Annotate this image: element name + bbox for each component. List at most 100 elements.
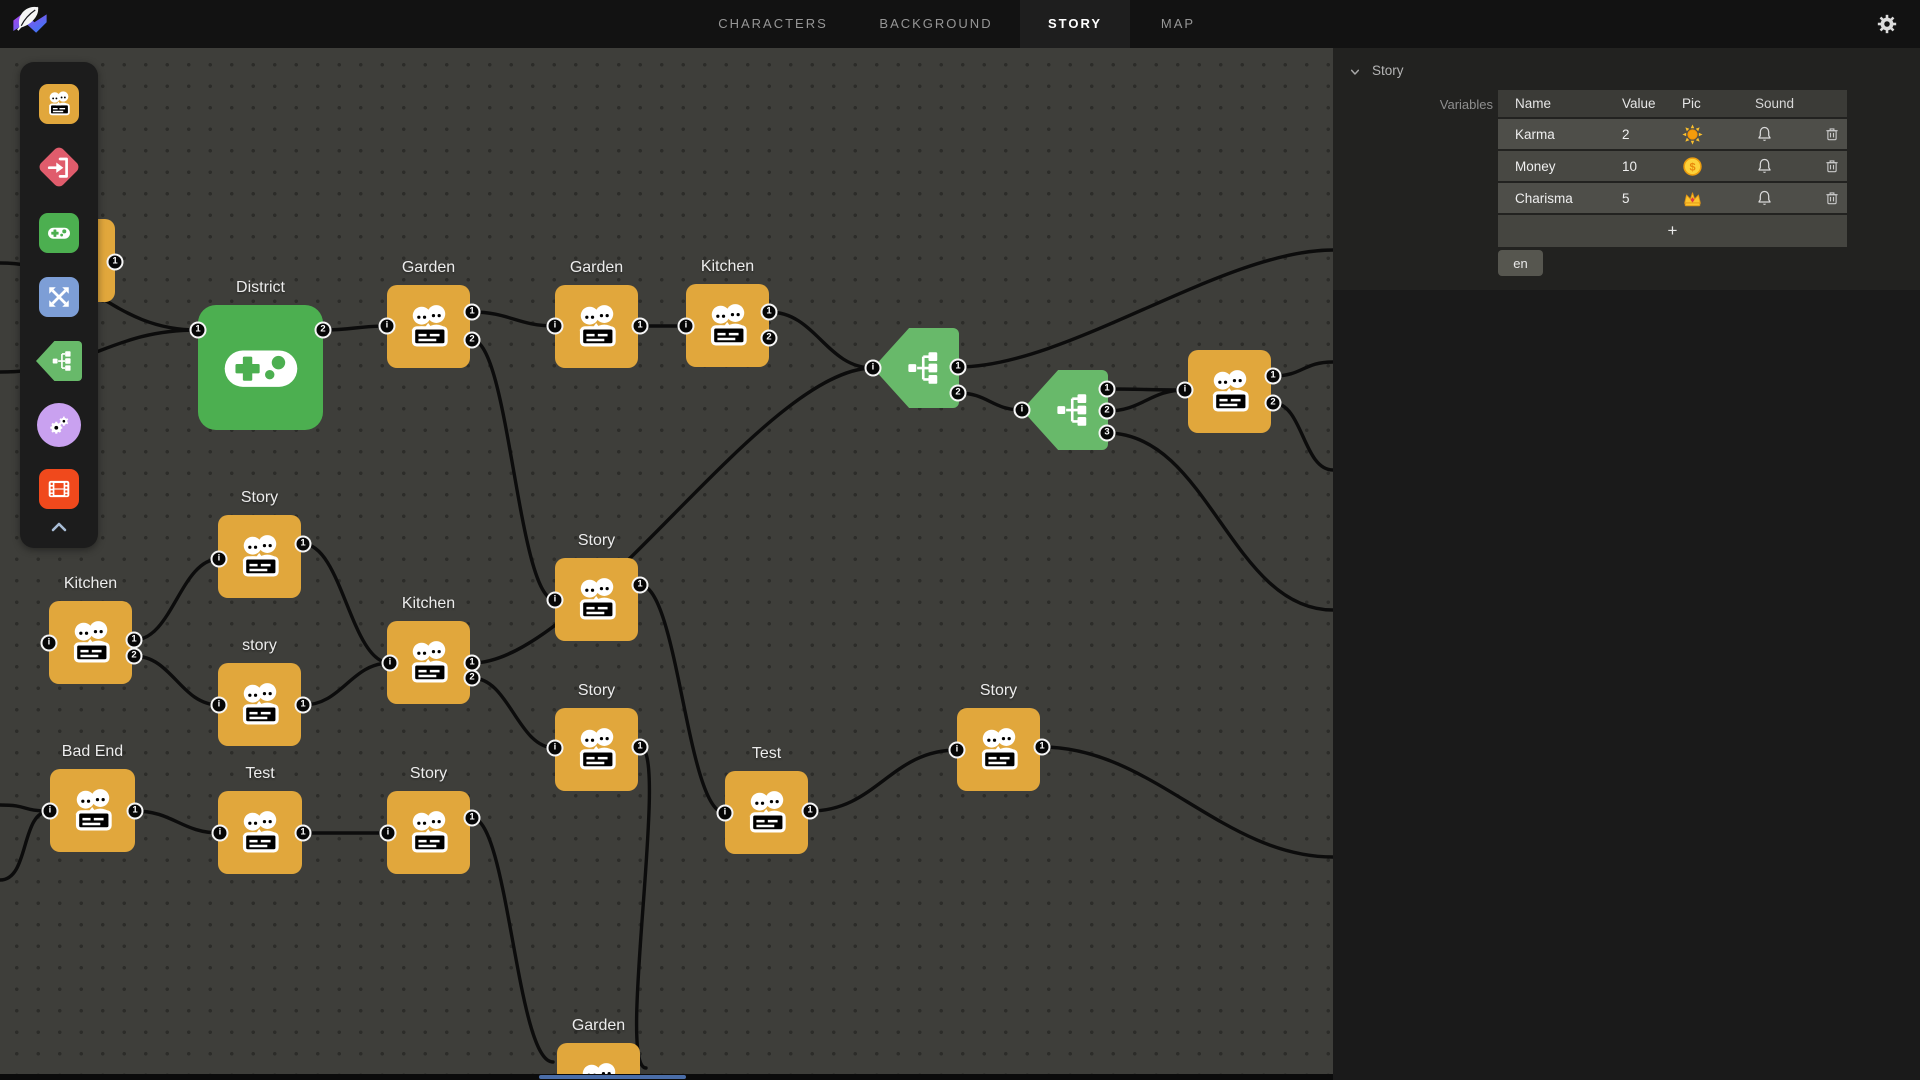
port-i-story-mid[interactable]: i — [547, 740, 564, 757]
node-garden-1[interactable] — [387, 285, 470, 368]
node-district[interactable] — [198, 305, 323, 430]
port-i-test-left[interactable]: i — [212, 825, 229, 842]
tool-move-node-tool[interactable] — [39, 277, 79, 317]
port-3-branch-2[interactable]: 3 — [1099, 425, 1116, 442]
port-1-branch-2[interactable]: 1 — [1099, 381, 1116, 398]
node-label: Kitchen — [701, 258, 754, 276]
gears-icon — [46, 412, 72, 438]
port-i-branch-2[interactable]: i — [1014, 402, 1031, 419]
tab-map[interactable]: MAP — [1136, 0, 1220, 48]
node-garden-2[interactable] — [555, 285, 638, 368]
scene-icon — [403, 807, 455, 859]
horizontal-scrollbar[interactable] — [0, 1074, 1333, 1080]
node-bad-end[interactable] — [50, 769, 135, 852]
variables-table-rows: Karma2Money10Charisma5 — [1498, 119, 1847, 213]
port-i-kitchen-top[interactable]: i — [678, 318, 695, 335]
node-kitchen-mid[interactable] — [387, 621, 470, 704]
bell-icon — [1755, 125, 1774, 144]
node-story-mid[interactable] — [555, 708, 638, 791]
port-1-branch-1[interactable]: 1 — [950, 359, 967, 376]
port-1-story-lower[interactable]: 1 — [295, 697, 312, 714]
tool-exit-node-tool[interactable] — [37, 145, 81, 189]
node-test-left[interactable] — [218, 791, 302, 874]
collapse-story-chevron-down-icon[interactable] — [1347, 64, 1363, 80]
port-2-kitchen-top[interactable]: 2 — [761, 330, 778, 347]
add-variable-button[interactable]: + — [1498, 215, 1847, 247]
port-1-story-right[interactable]: 1 — [1034, 739, 1051, 756]
variable-value[interactable]: 10 — [1606, 159, 1668, 174]
edge — [1107, 390, 1185, 411]
port-i-kitchen-left[interactable]: i — [41, 635, 58, 652]
tool-branch-node-tool[interactable] — [36, 341, 82, 381]
node-label: Story — [980, 682, 1017, 700]
collapse-toolbar-chevron-up-icon[interactable] — [47, 515, 71, 539]
port-i-story-midtop[interactable]: i — [547, 592, 564, 609]
tab-characters[interactable]: CHARACTERS — [713, 0, 833, 48]
port-1-bad-end[interactable]: 1 — [127, 803, 144, 820]
port-2-kitchen-left[interactable]: 2 — [126, 648, 143, 665]
port-i-story-right[interactable]: i — [949, 742, 966, 759]
tool-game-node-tool[interactable] — [39, 213, 79, 253]
port-2-kitchen-mid[interactable]: 2 — [464, 670, 481, 687]
arrows-icon — [46, 284, 72, 310]
node-label: Garden — [572, 1017, 625, 1035]
story-graph-canvas[interactable]: 1District12Gardeni12Gardeni1Kitcheni12i1… — [0, 48, 1333, 1080]
tool-scene-node-tool[interactable] — [39, 84, 79, 124]
port-1-hidden-left[interactable]: 1 — [107, 254, 124, 271]
horizontal-scrollbar-thumb[interactable] — [539, 1075, 686, 1079]
node-story-bottom[interactable] — [387, 791, 470, 874]
port-1-story-mid[interactable]: 1 — [632, 739, 649, 756]
port-i-branch-1[interactable]: i — [865, 360, 882, 377]
node-story-lower[interactable] — [218, 663, 301, 746]
port-i-kitchen-mid[interactable]: i — [382, 655, 399, 672]
node-story-midtop[interactable] — [555, 558, 638, 641]
edge-connections — [0, 48, 1333, 1080]
node-kitchen-top[interactable] — [686, 284, 769, 367]
variable-value[interactable]: 2 — [1606, 127, 1668, 142]
scene-icon — [403, 637, 455, 689]
app-logo-quill-icon[interactable] — [8, 3, 52, 45]
port-1-garden-2[interactable]: 1 — [632, 318, 649, 335]
port-1-test-left[interactable]: 1 — [295, 825, 312, 842]
node-kitchen-left[interactable] — [49, 601, 132, 684]
port-2-district[interactable]: 2 — [315, 322, 332, 339]
port-1-story-bottom[interactable]: 1 — [464, 810, 481, 827]
node-story-right[interactable] — [957, 708, 1040, 791]
port-1-kitchen-left[interactable]: 1 — [126, 632, 143, 649]
tab-story[interactable]: STORY — [1020, 0, 1130, 48]
settings-gear-icon[interactable] — [1876, 13, 1898, 35]
port-i-story-bottom[interactable]: i — [380, 825, 397, 842]
port-1-scene-right[interactable]: 1 — [1265, 368, 1282, 385]
port-1-story-upper[interactable]: 1 — [295, 536, 312, 553]
port-1-test-mid[interactable]: 1 — [802, 803, 819, 820]
port-i-story-upper[interactable]: i — [211, 551, 228, 568]
branch-icon — [1053, 389, 1095, 431]
bell-icon — [1755, 189, 1774, 208]
port-i-test-mid[interactable]: i — [717, 805, 734, 822]
port-2-branch-2[interactable]: 2 — [1099, 403, 1116, 420]
port-i-garden-1[interactable]: i — [379, 318, 396, 335]
port-1-kitchen-top[interactable]: 1 — [761, 304, 778, 321]
port-i-story-lower[interactable]: i — [211, 697, 228, 714]
scene-icon — [234, 679, 286, 731]
node-story-upper[interactable] — [218, 515, 301, 598]
tool-logic-node-tool[interactable] — [37, 403, 81, 447]
port-i-bad-end[interactable]: i — [42, 803, 59, 820]
tab-background[interactable]: BACKGROUND — [874, 0, 998, 48]
port-i-scene-right[interactable]: i — [1177, 382, 1194, 399]
port-1-story-midtop[interactable]: 1 — [632, 577, 649, 594]
port-1-garden-1[interactable]: 1 — [464, 304, 481, 321]
edge — [472, 678, 555, 748]
edge — [1273, 403, 1333, 470]
port-2-scene-right[interactable]: 2 — [1265, 395, 1282, 412]
port-2-branch-1[interactable]: 2 — [950, 385, 967, 402]
port-2-garden-1[interactable]: 2 — [464, 332, 481, 349]
node-test-mid[interactable] — [725, 771, 808, 854]
port-i-garden-2[interactable]: i — [547, 318, 564, 335]
node-scene-right[interactable] — [1188, 350, 1271, 433]
port-1-district[interactable]: 1 — [190, 322, 207, 339]
tool-movie-node-tool[interactable] — [39, 469, 79, 509]
variable-value[interactable]: 5 — [1606, 191, 1668, 206]
bell-icon — [1755, 157, 1774, 176]
language-button[interactable]: en — [1498, 250, 1543, 276]
